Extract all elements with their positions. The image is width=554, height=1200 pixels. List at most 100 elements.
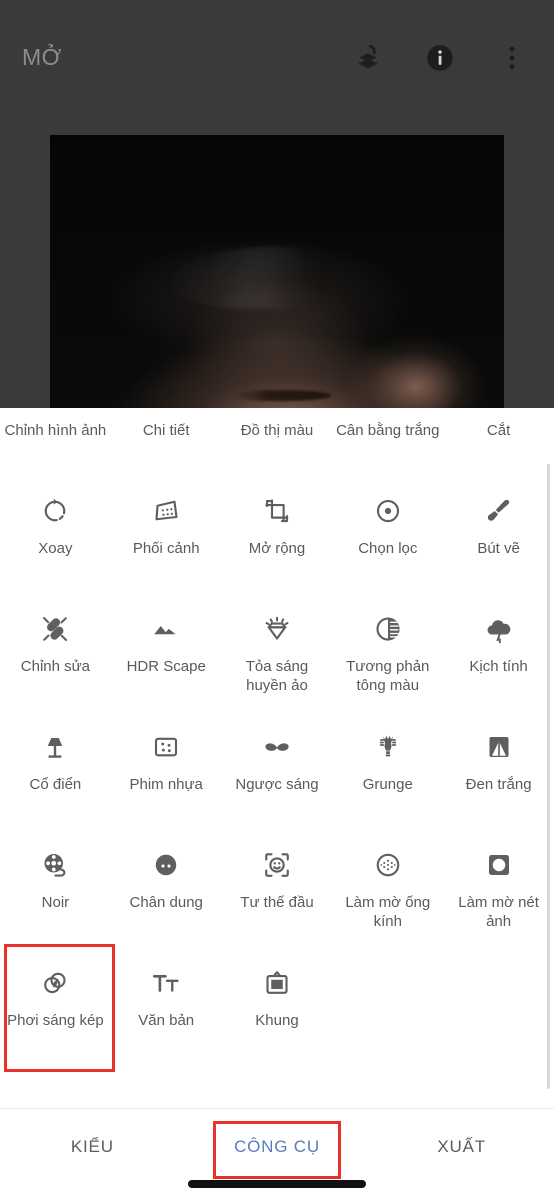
retrolux-mustache-icon: [258, 728, 296, 766]
tool-label: Cắt: [486, 422, 511, 439]
selective-icon: [369, 492, 407, 530]
tool-can-bang-trang[interactable]: Cân bằng trắng: [332, 408, 443, 478]
tool-toa-sang-huyen-ao[interactable]: Tỏa sáng huyền ảo: [222, 596, 333, 714]
photo-shadow: [231, 389, 332, 401]
tool-do-thi-mau[interactable]: Đồ thị màu: [222, 408, 333, 478]
tool-label: Đồ thị màu: [240, 422, 314, 439]
tool-label: Tỏa sáng huyền ảo: [245, 658, 309, 695]
tool-lam-mo-ong-kinh[interactable]: Làm mờ ống kính: [332, 832, 443, 950]
tool-label: HDR Scape: [126, 658, 206, 675]
tool-label: Văn bản: [138, 1012, 195, 1029]
tool-but-ve[interactable]: Bút vẽ: [443, 478, 554, 596]
black-white-icon: [480, 728, 518, 766]
tool-label: Chi tiết: [142, 422, 190, 439]
crop-icon: [480, 408, 518, 412]
tool-label: Cổ điển: [29, 776, 82, 793]
tool-label: Chọn lọc: [358, 540, 418, 557]
tool-label: Làm mờ ống kính: [345, 894, 431, 931]
tool-label: Phối cảnh: [132, 540, 200, 557]
overflow-menu-icon[interactable]: [496, 42, 528, 74]
white-balance-icon: [369, 408, 407, 412]
vintage-lamp-icon: [36, 728, 74, 766]
tool-phim-nhua[interactable]: Phim nhựa: [111, 714, 222, 832]
tool-label: Phim nhựa: [129, 776, 203, 793]
tonal-contrast-icon: [369, 610, 407, 648]
tool-chan-dung[interactable]: Chân dung: [111, 832, 222, 950]
perspective-icon: [147, 492, 185, 530]
tool-label: Khung: [255, 1012, 299, 1029]
hdr-mountains-icon: [147, 610, 185, 648]
tool-tu-the-dau[interactable]: Tư thế đầu: [222, 832, 333, 950]
film-reel-icon: [36, 846, 74, 884]
tool-label: Kịch tính: [469, 658, 528, 675]
page-title: MỞ: [22, 44, 62, 70]
tab-xuat[interactable]: XUẤT: [369, 1109, 554, 1157]
tool-phoi-canh[interactable]: Phối cảnh: [111, 478, 222, 596]
text-icon: [147, 964, 185, 1002]
brush-icon: [480, 492, 518, 530]
topbar-actions: [352, 42, 532, 74]
tool-label: Noir: [41, 894, 70, 911]
tool-label: Đen trắng: [465, 776, 532, 793]
image-blur-icon: [480, 846, 518, 884]
grunge-guitar-icon: [369, 728, 407, 766]
frame-icon: [258, 964, 296, 1002]
tool-xoay[interactable]: Xoay: [0, 478, 111, 596]
tool-van-ban[interactable]: Văn bản: [111, 950, 222, 1068]
head-pose-icon: [258, 846, 296, 884]
revert-layers-icon[interactable]: [352, 42, 384, 74]
photo-canvas[interactable]: [50, 135, 504, 415]
tool-hdr-scape[interactable]: HDR Scape: [111, 596, 222, 714]
tool-label: Chỉnh sửa: [20, 658, 91, 675]
photo-preview-image: [50, 135, 504, 415]
details-icon: [147, 408, 185, 412]
tool-lam-mo-net-anh[interactable]: Làm mờ nét ảnh: [443, 832, 554, 950]
tool-label: Chân dung: [129, 894, 203, 911]
photo-highlight: [168, 247, 386, 309]
tools-grid: Chỉnh hình ảnh Chi tiết Đồ thị màu Cân bằng…: [0, 408, 554, 1072]
portrait-face-icon: [147, 846, 185, 884]
home-indicator: [188, 1180, 366, 1188]
drama-cloud-icon: [480, 610, 518, 648]
tool-noir[interactable]: Noir: [0, 832, 111, 950]
tool-khung[interactable]: Khung: [222, 950, 333, 1068]
expand-icon: [258, 492, 296, 530]
glamour-glow-icon: [258, 610, 296, 648]
healing-icon: [36, 610, 74, 648]
scrollbar-thumb[interactable]: [547, 464, 550, 1089]
tool-cat[interactable]: Cắt: [443, 408, 554, 478]
tab-cong-cu[interactable]: CÔNG CỤ: [185, 1109, 370, 1179]
tune-image-icon: [36, 408, 74, 412]
tool-label: Chỉnh hình ảnh: [4, 422, 107, 439]
tool-chinh-sua[interactable]: Chỉnh sửa: [0, 596, 111, 714]
tool-grunge[interactable]: Grunge: [332, 714, 443, 832]
tool-chinh-hinh-anh[interactable]: Chỉnh hình ảnh: [0, 408, 111, 478]
tool-label: Ngược sáng: [235, 776, 319, 793]
tool-label: Tương phản tông màu: [346, 658, 430, 695]
tab-kieu[interactable]: KIỂU: [0, 1109, 185, 1157]
tool-chon-loc[interactable]: Chọn lọc: [332, 478, 443, 596]
tools-bottom-sheet: Chỉnh hình ảnh Chi tiết Đồ thị màu Cân bằng…: [0, 408, 554, 1200]
tool-den-trang[interactable]: Đen trắng: [443, 714, 554, 832]
tool-label: Mở rộng: [248, 540, 306, 557]
tool-nguoc-sang[interactable]: Ngược sáng: [222, 714, 333, 832]
tool-chi-tiet[interactable]: Chi tiết: [111, 408, 222, 478]
tool-label: Cân bằng trắng: [336, 422, 440, 439]
tool-mo-rong[interactable]: Mở rộng: [222, 478, 333, 596]
info-icon[interactable]: [424, 42, 456, 74]
tool-label: Làm mờ nét ảnh: [458, 894, 539, 931]
tool-tuong-phan-tong-mau[interactable]: Tương phản tông màu: [332, 596, 443, 714]
rotate-icon: [36, 492, 74, 530]
tool-label: Grunge: [362, 776, 413, 793]
tool-co-dien[interactable]: Cổ điển: [0, 714, 111, 832]
curves-icon: [258, 408, 296, 412]
tool-kich-tinh[interactable]: Kịch tính: [443, 596, 554, 714]
tool-label: Phơi sáng kép: [7, 1012, 104, 1029]
tool-label: Bút vẽ: [477, 540, 520, 557]
tool-label: Xoay: [38, 540, 73, 557]
tool-phoi-sang-kep[interactable]: Phơi sáng kép: [0, 944, 115, 1072]
lens-blur-icon: [369, 846, 407, 884]
tools-scroll-area[interactable]: Chỉnh hình ảnh Chi tiết Đồ thị màu Cân bằng…: [0, 408, 554, 1108]
top-app-bar: MỞ: [0, 0, 554, 115]
double-exposure-icon: [36, 964, 74, 1002]
